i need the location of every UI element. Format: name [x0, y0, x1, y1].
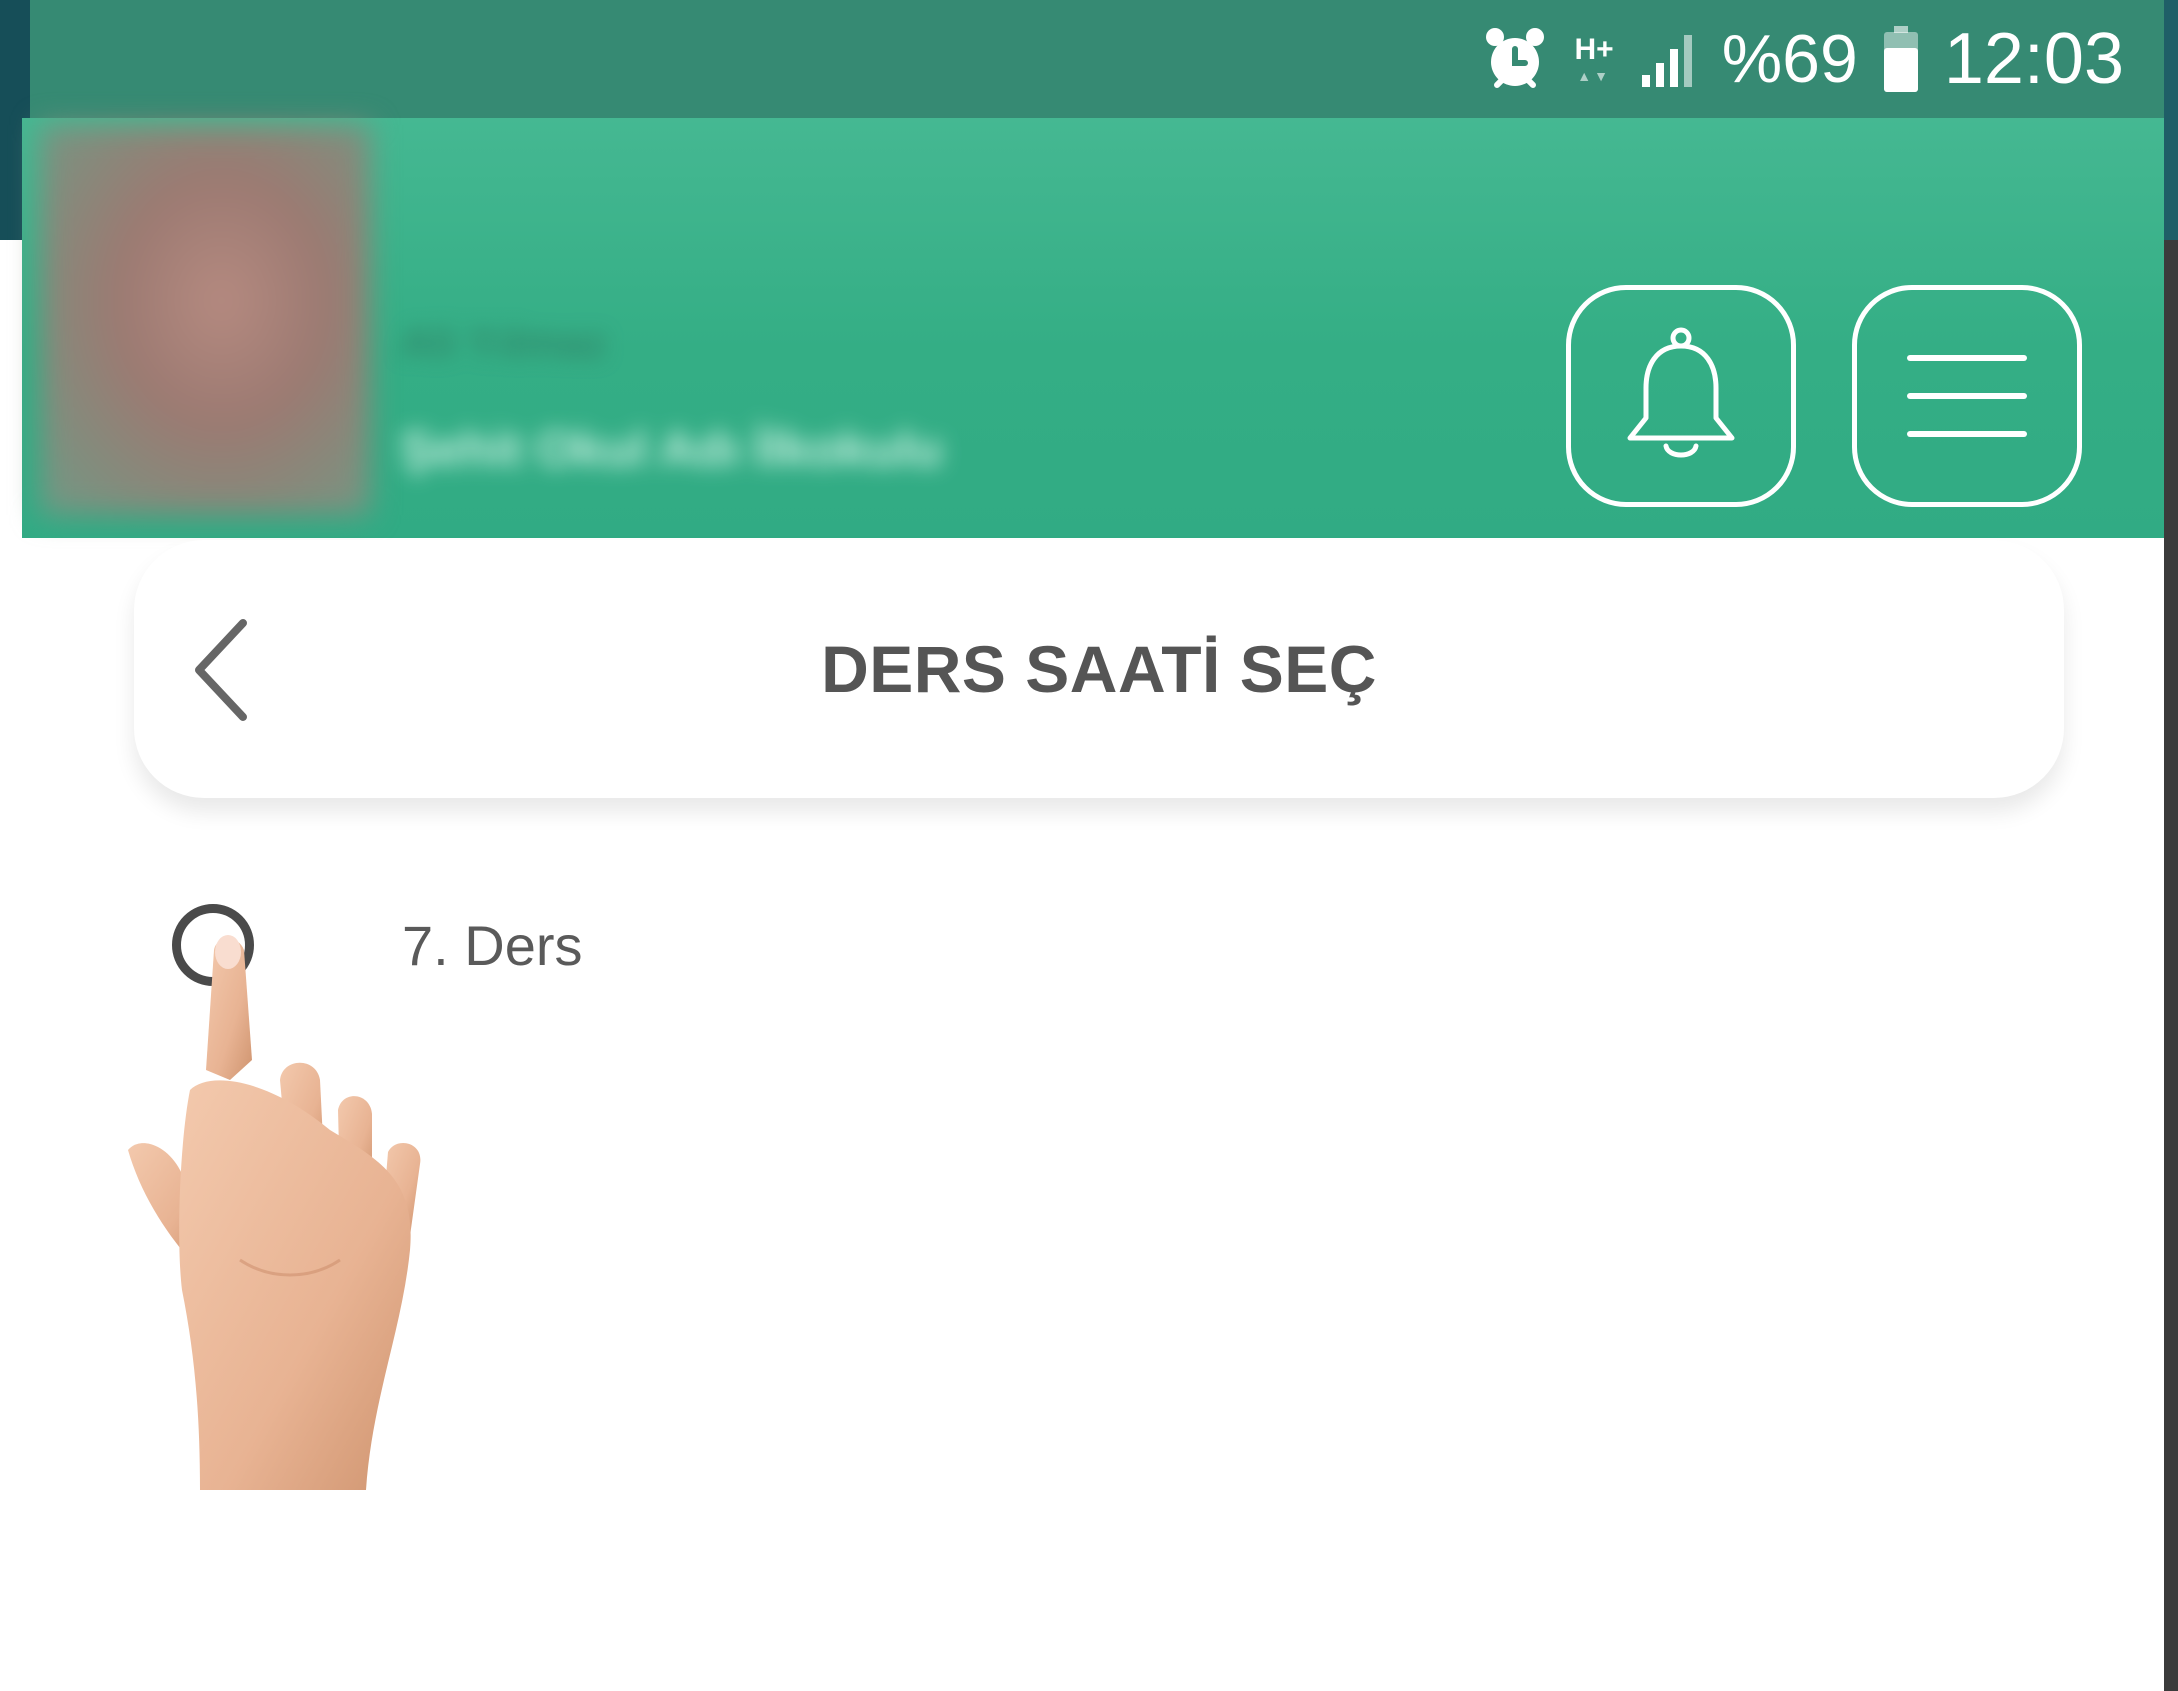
battery-icon	[1883, 26, 1918, 92]
page-title: DERS SAATİ SEÇ	[821, 632, 1377, 706]
status-bar: H+ ▲▼ %69 12:03	[30, 0, 2164, 118]
school-name: Şehit Okul Adı İlkokulu	[400, 421, 943, 477]
battery-percentage: %69	[1721, 21, 1858, 97]
signal-icon	[1641, 35, 1692, 87]
status-items: H+ ▲▼ %69 12:03	[1481, 18, 2124, 100]
user-name: Ali Yılmaz	[400, 318, 608, 364]
screen: H+ ▲▼ %69 12:03 Ali Yılmaz Şehit Okul Ad…	[0, 0, 2178, 1691]
menu-icon	[1907, 355, 2027, 437]
clock: 12:03	[1943, 19, 2124, 99]
network-type-icon: H+ ▲▼	[1574, 33, 1614, 84]
bell-icon	[1627, 327, 1735, 458]
menu-button[interactable]	[1852, 285, 2082, 507]
alarm-icon	[1485, 28, 1544, 88]
avatar[interactable]	[40, 125, 370, 515]
notifications-button[interactable]	[1566, 285, 1796, 507]
chevron-left-icon	[195, 619, 247, 721]
device-edge	[2164, 0, 2178, 1691]
network-type-label: H+	[1574, 33, 1614, 66]
pointing-hand-image	[128, 935, 421, 1490]
title-bar: DERS SAATİ SEÇ	[134, 540, 2064, 798]
back-button[interactable]	[160, 610, 280, 730]
device-edge-top	[2164, 0, 2178, 240]
